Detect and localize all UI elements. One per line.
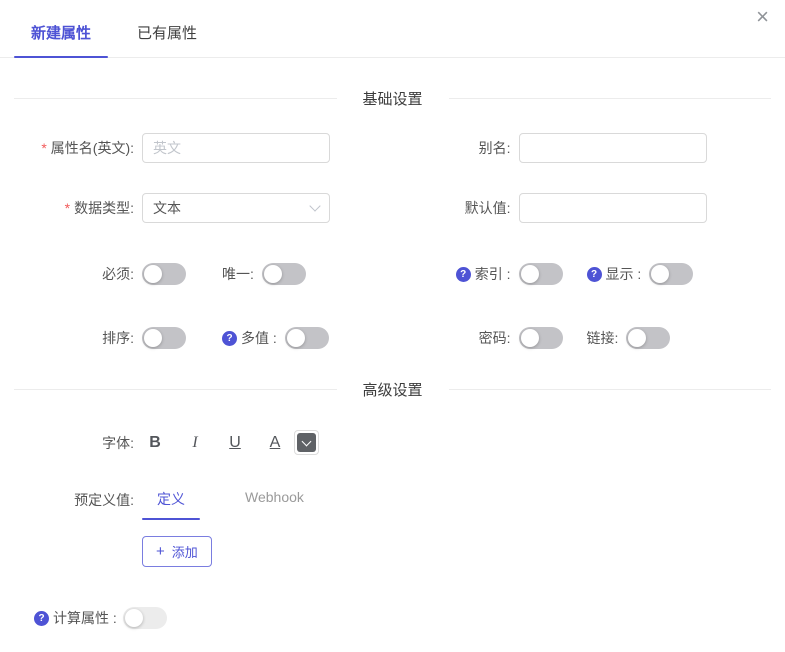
plus-icon: +	[156, 544, 165, 559]
color-swatch	[297, 433, 316, 452]
data-type-label: * 数据类型:	[0, 198, 134, 218]
basic-settings-divider: 基础设置	[14, 88, 771, 109]
help-icon[interactable]: ?	[222, 331, 237, 346]
chevron-down-icon	[309, 200, 320, 211]
close-icon[interactable]: ×	[756, 6, 769, 28]
help-icon[interactable]: ?	[456, 267, 471, 282]
computed-attribute-toggle[interactable]	[123, 607, 167, 629]
attr-name-label: * 属性名(英文):	[0, 138, 134, 158]
advanced-settings-title: 高级设置	[337, 379, 449, 400]
default-value-input[interactable]	[519, 193, 707, 223]
help-icon[interactable]: ?	[587, 267, 602, 282]
predefined-values-row: 预定义值: 定义 Webhook	[0, 489, 785, 520]
field-default-value: 默认值:	[393, 193, 785, 223]
computed-attribute-label: 计算属性 :	[53, 608, 117, 628]
advanced-settings-divider: 高级设置	[14, 379, 771, 400]
divider-line	[449, 98, 772, 99]
row-type-default: * 数据类型: 文本 默认值:	[0, 193, 785, 223]
link-switch-label: 链接:	[587, 328, 619, 348]
switch-row-1: 必须: 唯一: ? 索引 : ? 显示 :	[0, 263, 785, 285]
display-toggle[interactable]	[649, 263, 693, 285]
unique-switch-label: 唯一:	[222, 264, 254, 284]
row-name-alias: * 属性名(英文): 别名:	[0, 133, 785, 163]
switch-cell-right-1: ? 索引 : ? 显示 :	[393, 263, 785, 285]
multivalue-switch-label: ? 多值 :	[222, 328, 277, 348]
attr-name-input[interactable]	[142, 133, 330, 163]
password-toggle[interactable]	[519, 327, 563, 349]
sort-toggle[interactable]	[142, 327, 186, 349]
basic-settings-title: 基础设置	[337, 88, 449, 109]
password-switch-label: 密码:	[393, 328, 511, 348]
required-switch-label: 必须:	[0, 264, 134, 284]
required-mark: *	[41, 140, 46, 156]
unique-toggle[interactable]	[262, 263, 306, 285]
computed-attribute-row: ? 计算属性 :	[0, 607, 785, 629]
underline-button[interactable]: U	[220, 434, 250, 452]
field-attr-name: * 属性名(英文):	[0, 133, 393, 163]
switch-row-2: 排序: ? 多值 : 密码: 链接:	[0, 327, 785, 349]
bold-button[interactable]: B	[140, 434, 170, 452]
switch-cell-left-2: 排序: ? 多值 :	[0, 327, 393, 349]
display-switch-label: ? 显示 :	[587, 264, 642, 284]
switch-cell-left-1: 必须: 唯一:	[0, 263, 393, 285]
new-attribute-dialog: × 新建属性 已有属性 基础设置 * 属性名(英文): 别名: * 数据类型:	[0, 0, 785, 652]
sort-switch-label: 排序:	[0, 328, 134, 348]
predefined-values-label: 预定义值:	[0, 490, 134, 510]
multivalue-toggle[interactable]	[285, 327, 329, 349]
required-mark: *	[65, 200, 70, 216]
tab-new-attribute[interactable]: 新建属性	[14, 22, 108, 57]
divider-line	[14, 98, 337, 99]
divider-line	[14, 389, 337, 390]
add-button-row: + 添加	[0, 520, 785, 567]
chevron-down-icon	[302, 436, 312, 446]
tab-define[interactable]: 定义	[142, 489, 200, 520]
required-toggle[interactable]	[142, 263, 186, 285]
link-toggle[interactable]	[626, 327, 670, 349]
font-color-button[interactable]: A	[260, 434, 290, 452]
default-value-label: 默认值:	[393, 198, 511, 218]
font-format-row: 字体: B I U A	[0, 430, 785, 455]
italic-button[interactable]: I	[180, 434, 210, 452]
add-button[interactable]: + 添加	[142, 536, 212, 567]
index-toggle[interactable]	[519, 263, 563, 285]
help-icon[interactable]: ?	[34, 611, 49, 626]
predefined-sub-tabs: 定义 Webhook	[142, 489, 319, 520]
divider-line	[449, 389, 772, 390]
tab-existing-attribute[interactable]: 已有属性	[120, 22, 214, 57]
alias-input[interactable]	[519, 133, 707, 163]
font-label: 字体:	[0, 433, 134, 453]
data-type-select[interactable]: 文本	[142, 193, 330, 223]
dialog-tabbar: 新建属性 已有属性	[0, 0, 785, 58]
font-color-picker-button[interactable]	[294, 430, 319, 455]
switch-cell-right-2: 密码: 链接:	[393, 327, 785, 349]
alias-label: 别名:	[393, 138, 511, 158]
field-alias: 别名:	[393, 133, 785, 163]
field-data-type: * 数据类型: 文本	[0, 193, 393, 223]
index-switch-label: ? 索引 :	[393, 264, 511, 284]
data-type-value: 文本	[153, 198, 181, 218]
tab-webhook[interactable]: Webhook	[230, 489, 319, 520]
